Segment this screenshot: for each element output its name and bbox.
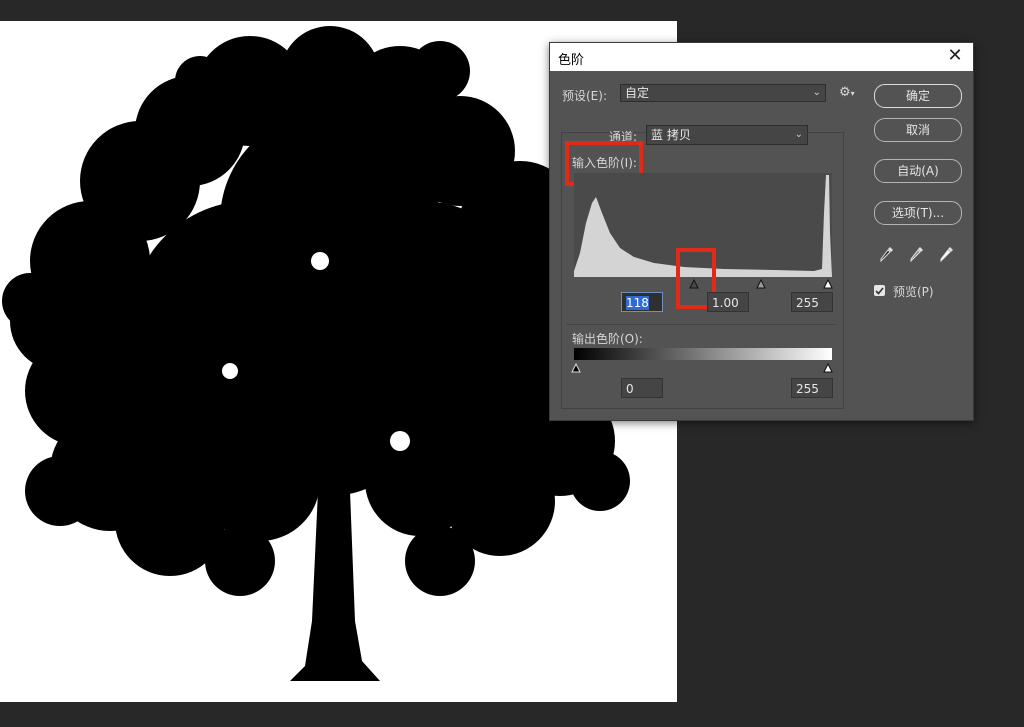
preview-checkbox[interactable]: [874, 285, 885, 296]
gray-eyedropper-icon[interactable]: [910, 246, 924, 262]
channel-select[interactable]: 蓝 拷贝 ⌄: [646, 125, 808, 145]
output-levels-label: 输出色阶(O):: [572, 332, 643, 346]
preset-select[interactable]: 自定 ⌄: [620, 84, 826, 102]
chevron-down-icon: ⌄: [794, 129, 803, 140]
white-eyedropper-icon[interactable]: [940, 246, 954, 262]
output-gradient-bar: [574, 348, 832, 360]
preset-value: 自定: [625, 86, 650, 100]
input-black-field[interactable]: 118: [621, 292, 663, 312]
input-gamma-field[interactable]: 1.00: [707, 292, 749, 312]
preview-label: 预览(P): [893, 285, 934, 299]
black-eyedropper-icon[interactable]: [880, 246, 894, 262]
dialog-titlebar[interactable]: 色阶 ✕: [550, 43, 973, 71]
channel-value: 蓝 拷贝: [651, 128, 691, 142]
close-icon[interactable]: ✕: [945, 46, 965, 66]
input-gray-slider-handle: [756, 278, 766, 289]
ok-button[interactable]: 确定: [874, 84, 962, 108]
output-white-slider-handle: [823, 362, 833, 373]
output-black-slider-handle: [571, 362, 581, 373]
output-slider-track[interactable]: [570, 360, 838, 374]
preset-label: 预设(E):: [562, 89, 607, 103]
divider: [566, 324, 836, 325]
options-button[interactable]: 选项(T)...: [874, 201, 962, 225]
input-white-field[interactable]: 255: [791, 292, 833, 312]
input-white-slider-handle: [823, 278, 833, 289]
chevron-down-icon: ⌄: [812, 87, 821, 98]
output-white-field[interactable]: 255: [791, 378, 833, 398]
dialog-title: 色阶: [558, 53, 585, 68]
gear-icon[interactable]: ⚙▾: [839, 85, 855, 100]
levels-dialog: 色阶 ✕ 预设(E): 自定 ⌄ ⚙▾ 通道: 蓝 拷贝 ⌄ 输入色阶(I): …: [549, 42, 974, 421]
checkmark-icon: [875, 287, 884, 295]
cancel-button[interactable]: 取消: [874, 118, 962, 142]
auto-button[interactable]: 自动(A): [874, 159, 962, 183]
output-black-field[interactable]: 0: [621, 378, 663, 398]
